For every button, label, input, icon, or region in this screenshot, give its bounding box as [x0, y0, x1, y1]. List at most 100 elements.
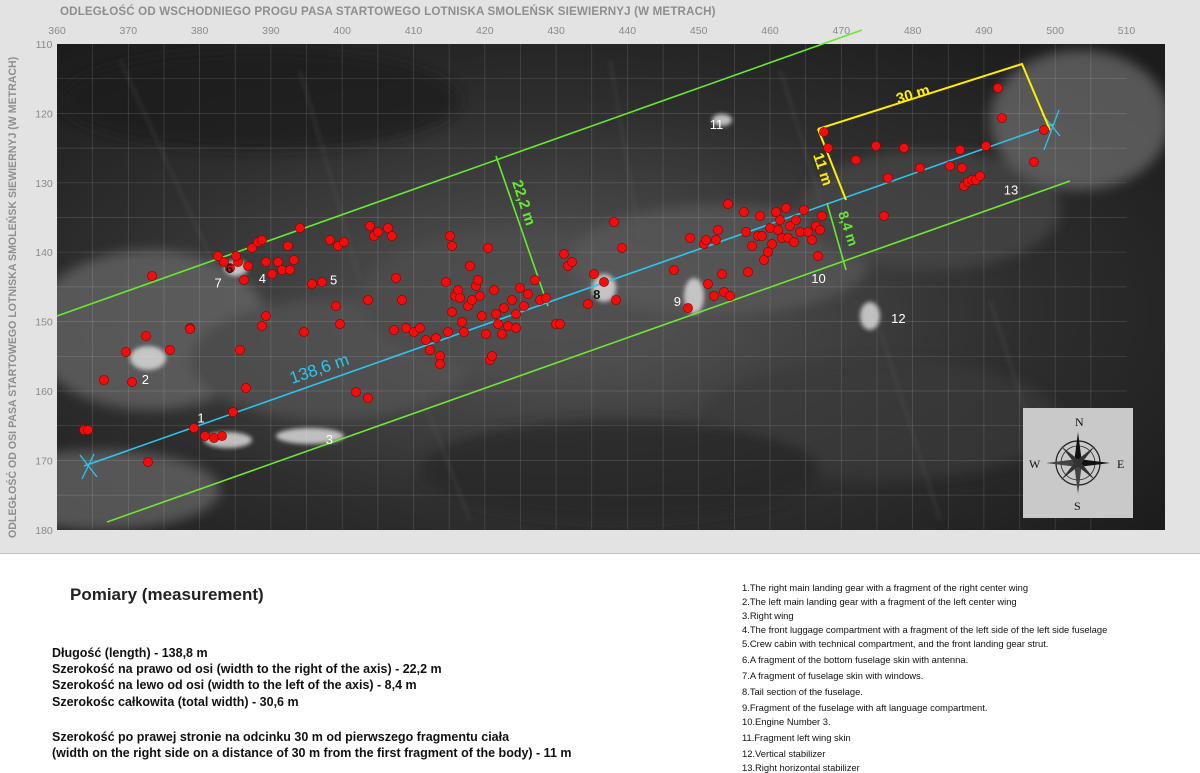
wreckage-number-11: 11: [710, 117, 724, 132]
fragment-dot: [363, 295, 373, 305]
fragment-dot: [711, 235, 721, 245]
measurement-total-width: Szerokośc całkowita (total width) - 30,6…: [52, 694, 299, 709]
legend-item: 1.The right main landing gear with a fra…: [742, 582, 1029, 593]
measurement-right-width: Szerokość na prawo od osi (width to the …: [52, 662, 442, 677]
fragment-dot: [331, 301, 341, 311]
x-tick-label: 500: [1046, 25, 1064, 37]
fragment-dot: [257, 235, 267, 245]
fragment-dot: [669, 265, 679, 275]
y-tick-label: 150: [35, 317, 53, 329]
fragment-dot: [415, 323, 425, 333]
y-tick-label: 170: [35, 455, 53, 467]
fragment-dot: [421, 335, 431, 345]
wreckage-number-13: 13: [1004, 183, 1018, 198]
measurement-length: Długość (length) - 138,8 m: [52, 646, 208, 660]
measurements-title: Pomiary (measurement): [70, 585, 264, 604]
legend-item: 12.Vertical stabilizer: [742, 748, 826, 759]
top-axis-title: ODLEGŁOŚĆ OD WSCHODNIEGO PROGU PASA STAR…: [60, 5, 716, 18]
fragment-dot: [363, 393, 373, 403]
y-tick-label: 180: [35, 525, 53, 537]
y-axis-ticks: 110 120 130 140 150 160 170 180: [35, 39, 53, 537]
fragment-dot: [295, 223, 305, 233]
fragment-dot: [491, 309, 501, 319]
fragment-dot: [351, 387, 361, 397]
fragment-dot: [567, 257, 577, 267]
compass-south-label: S: [1074, 499, 1081, 513]
fragment-dot: [200, 431, 210, 441]
fragment-dot: [713, 225, 723, 235]
fragment-dot: [285, 265, 295, 275]
fragment-dot: [389, 325, 399, 335]
fragment-dot: [725, 291, 735, 301]
wreckage-number-7: 7: [215, 276, 222, 291]
fragment-dot: [127, 377, 137, 387]
y-tick-label: 110: [36, 39, 53, 51]
x-tick-label: 490: [975, 25, 993, 37]
x-tick-label: 410: [405, 25, 423, 37]
fragment-dot: [709, 291, 719, 301]
fragment-dot: [217, 431, 227, 441]
fragment-dot: [717, 269, 727, 279]
x-tick-label: 370: [120, 25, 138, 37]
fragment-dot: [147, 271, 157, 281]
fragment-dot: [141, 331, 151, 341]
fragment-dot: [871, 141, 881, 151]
legend-item: 11.Fragment left wing skin: [742, 732, 851, 743]
y-tick-label: 130: [35, 178, 53, 190]
fragment-dot: [239, 275, 249, 285]
fragment-dot: [703, 279, 713, 289]
fragment-dot: [209, 433, 219, 443]
left-axis-title: ODLEGŁOŚĆ OD OSI PASA STARTOWEGO LOTNISK…: [7, 56, 19, 538]
fragment-dot: [503, 321, 513, 331]
x-tick-label: 360: [48, 25, 66, 37]
fragment-dot: [121, 347, 131, 357]
fragment-dot: [99, 375, 109, 385]
fragment-dot: [1029, 157, 1039, 167]
x-tick-label: 440: [619, 25, 637, 37]
fragment-dot: [431, 333, 441, 343]
fragment-dot: [823, 143, 833, 153]
wreckage-number-4: 4: [259, 271, 266, 286]
fragment-dot: [231, 251, 241, 261]
fragment-dot: [243, 261, 253, 271]
y-tick-label: 120: [35, 108, 53, 120]
x-axis-ticks: 360 370 380 390 400 410 420 430 440 450 460 470 480 4…: [48, 25, 1135, 37]
fragment-dot: [441, 277, 451, 287]
x-tick-label: 460: [761, 25, 779, 37]
fragment-dot: [261, 257, 271, 267]
fragment-dot: [473, 275, 483, 285]
fragment-dot: [813, 251, 823, 261]
measurement-partial-width: Szerokość po prawej stronie na odcinku 3…: [52, 729, 510, 744]
wreckage-number-12: 12: [891, 311, 905, 326]
crash-site-figure: 360 370 380 390 400 410 420 430 440 450 460 470 480 4…: [0, 0, 1200, 554]
fragment-dot: [723, 199, 733, 209]
fragment-dot: [425, 345, 435, 355]
fragment-dot: [583, 299, 593, 309]
fragment-dot: [815, 225, 825, 235]
fragment-dot: [459, 327, 469, 337]
fragment-dot: [307, 279, 317, 289]
legend-item: 10.Engine Number 3.: [742, 716, 831, 727]
fragment-dot: [457, 317, 467, 327]
fragment-dot: [481, 329, 491, 339]
wreckage-number-5: 5: [330, 272, 337, 287]
fragment-dot: [589, 269, 599, 279]
fragment-dot: [511, 323, 521, 333]
fragment-dot: [747, 241, 757, 251]
fragment-dot: [499, 303, 509, 313]
fragment-dot: [475, 291, 485, 301]
fragment-dot: [483, 243, 493, 253]
fragment-dot: [235, 345, 245, 355]
fragment-dot: [489, 285, 499, 295]
compass-west-label: W: [1029, 457, 1041, 471]
wreckage-number-2: 2: [142, 372, 149, 387]
compass-east-label: E: [1117, 457, 1124, 471]
y-tick-label: 160: [35, 386, 53, 398]
fragment-dot: [765, 223, 775, 233]
fragment-dot: [899, 143, 909, 153]
fragment-dot: [609, 217, 619, 227]
fragment-dot: [241, 383, 251, 393]
fragment-dot: [447, 307, 457, 317]
fragment-dot: [165, 345, 175, 355]
fragment-dot: [493, 319, 503, 329]
